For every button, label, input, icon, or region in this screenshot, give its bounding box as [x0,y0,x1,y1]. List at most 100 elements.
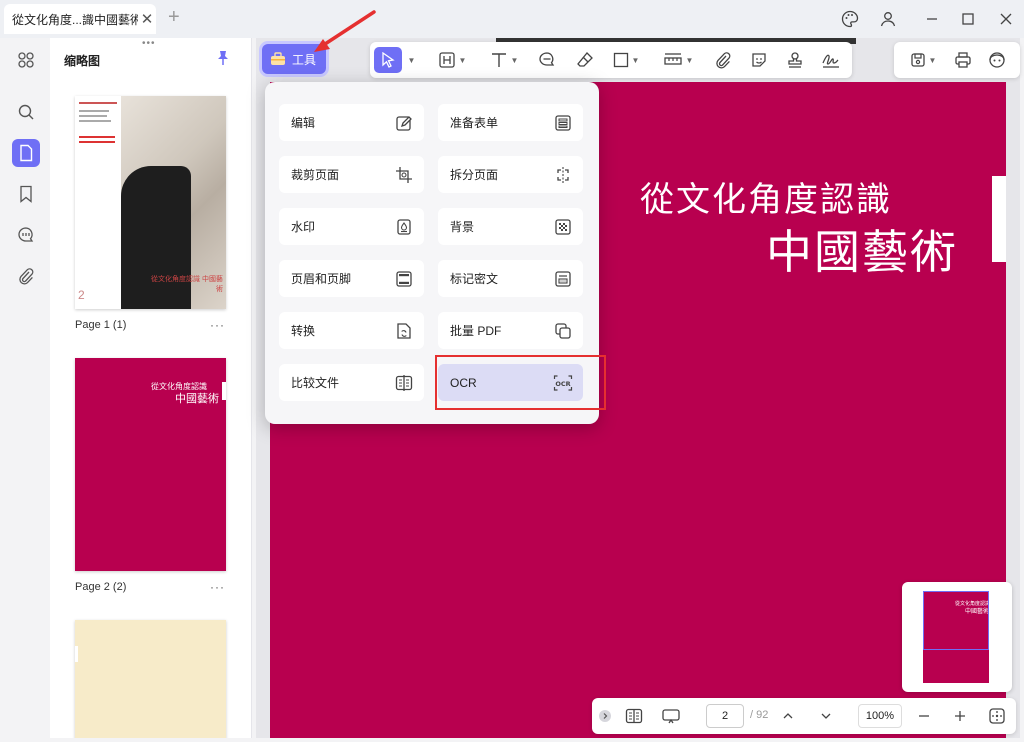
menu-item-crop-page[interactable]: 裁剪页面 [279,156,424,193]
previous-page-icon[interactable] [778,704,798,728]
page-title-line2: 中國藝術 [766,226,958,278]
edit-icon [394,113,414,133]
title-bar: 從文化角度...識中國藝術 ✕ + [0,0,1024,38]
convert-icon [394,321,414,341]
minimap-viewport[interactable] [923,591,989,650]
chevron-down-icon: ▼ [685,55,694,65]
theme-palette-icon[interactable] [836,6,864,32]
measure-tool-button[interactable]: ▼ [658,47,698,73]
eraser-tool-button[interactable] [572,47,598,73]
next-page-icon[interactable] [816,704,836,728]
shape-tool-button[interactable]: ▼ [608,47,644,73]
ruler-icon [663,53,682,65]
background-icon [553,217,573,237]
sticker-tool-button[interactable] [746,47,772,73]
menu-item-edit[interactable]: 编辑 [279,104,424,141]
close-window-icon[interactable] [992,6,1020,32]
thumbnails-panel: ••• 缩略图 2 從文化角度認識 中國藝術 Page 1 (1) ··· 從文… [50,38,252,738]
thumbnails-title: 缩略图 [64,54,101,68]
page-title-line1: 從文化角度認識 [640,181,892,219]
zoom-level[interactable]: 100% [858,704,902,728]
red-arrow-icon [314,10,376,52]
bookmark-icon[interactable] [12,180,40,208]
menu-item-label: 裁剪页面 [291,168,340,182]
print-icon [955,52,971,68]
menu-item-compare-files[interactable]: 比较文件 [279,364,424,401]
thumb-page-number: 2 [78,288,85,302]
menu-item-redact[interactable]: 标记密文 [438,260,583,297]
paperclip-icon [716,52,731,69]
page-minimap[interactable]: 從文化角度認識 中國藝術 [902,582,1012,692]
ai-assistant-button[interactable] [984,47,1010,73]
bottom-navigation-bar: 2 / 92 100% [592,698,1016,734]
minimize-icon[interactable] [918,6,946,32]
zoom-out-icon[interactable] [914,704,934,728]
thumb2-line2: 中國藝術 [175,393,219,405]
panel-resize-handle[interactable]: ••• [142,38,156,49]
sticker-icon [752,53,766,67]
menu-item-label: 页眉和页脚 [291,272,352,286]
file-toolbar: ▼ [894,42,1020,78]
menu-item-label: 批量 PDF [450,324,502,338]
fit-screen-icon[interactable] [986,704,1008,728]
menu-item-convert[interactable]: 转换 [279,312,424,349]
account-icon[interactable] [874,6,902,32]
signature-tool-button[interactable] [818,47,844,73]
chevron-down-icon: ▼ [631,55,640,65]
menu-item-header-footer[interactable]: 页眉和页脚 [279,260,424,297]
maximize-icon[interactable] [954,6,982,32]
stamp-tool-button[interactable] [782,47,808,73]
chevron-down-icon: ▼ [407,55,416,65]
menu-item-label: 拆分页面 [450,168,499,182]
batch-icon [553,321,573,341]
document-tab[interactable]: 從文化角度...識中國藝術 ✕ [4,4,156,34]
text-tool-button[interactable]: ▼ [484,47,524,73]
expand-arrow-icon[interactable] [596,704,614,728]
thumb-text-column: 2 [75,96,121,309]
left-rail [4,38,48,738]
menu-item-label: 转换 [291,324,316,338]
menu-item-split-page[interactable]: 拆分页面 [438,156,583,193]
thumbnails-icon[interactable] [12,139,40,167]
chevron-down-icon: ▼ [928,55,937,65]
chevron-down-icon: ▼ [510,55,519,65]
select-tool-dropdown[interactable]: ▼ [404,47,416,73]
thumb-label-2: Page 2 (2) [75,581,127,593]
attach-tool-button[interactable] [710,47,736,73]
pin-icon[interactable] [216,50,230,71]
text-icon [491,53,506,67]
signature-icon [822,54,839,68]
menu-item-background[interactable]: 背景 [438,208,583,245]
form-icon [553,113,573,133]
menu-item-batch-pdf[interactable]: 批量 PDF [438,312,583,349]
thumb-label-1: Page 1 (1) [75,319,127,331]
comment-tool-button[interactable] [534,47,560,73]
menu-item-watermark[interactable]: 水印 [279,208,424,245]
page-thumbnail-3[interactable] [75,620,226,738]
menu-item-label: 标记密文 [450,272,499,286]
apps-grid-icon[interactable] [12,46,40,74]
thumb-more-1[interactable]: ··· [210,318,225,332]
watermark-icon [394,217,414,237]
presentation-icon[interactable] [658,704,684,728]
page-thumbnail-2[interactable]: 從文化角度認識 中國藝術 [75,358,226,571]
highlight-tool-button[interactable]: ▼ [434,47,470,73]
attachment-icon[interactable] [12,262,40,290]
split-icon [553,165,573,185]
print-button[interactable] [950,47,976,73]
thumb-more-2[interactable]: ··· [210,580,225,594]
chevron-down-icon: ▼ [458,55,467,65]
menu-item-prepare-form[interactable]: 准备表单 [438,104,583,141]
new-tab-icon[interactable]: + [168,6,180,29]
header-footer-icon [394,269,414,289]
menu-item-label: 编辑 [291,116,316,130]
thumb-cover-text: 從文化角度認識 中國藝術 [151,276,223,293]
page-thumbnail-1[interactable]: 2 從文化角度認識 中國藝術 [75,96,226,309]
page-number-input[interactable]: 2 [706,704,744,728]
zoom-in-icon[interactable] [950,704,970,728]
close-tab-icon[interactable]: ✕ [138,10,156,28]
search-icon[interactable] [12,98,40,126]
save-button[interactable]: ▼ [904,47,942,73]
page-layout-icon[interactable] [622,704,646,728]
comments-icon[interactable] [12,221,40,249]
